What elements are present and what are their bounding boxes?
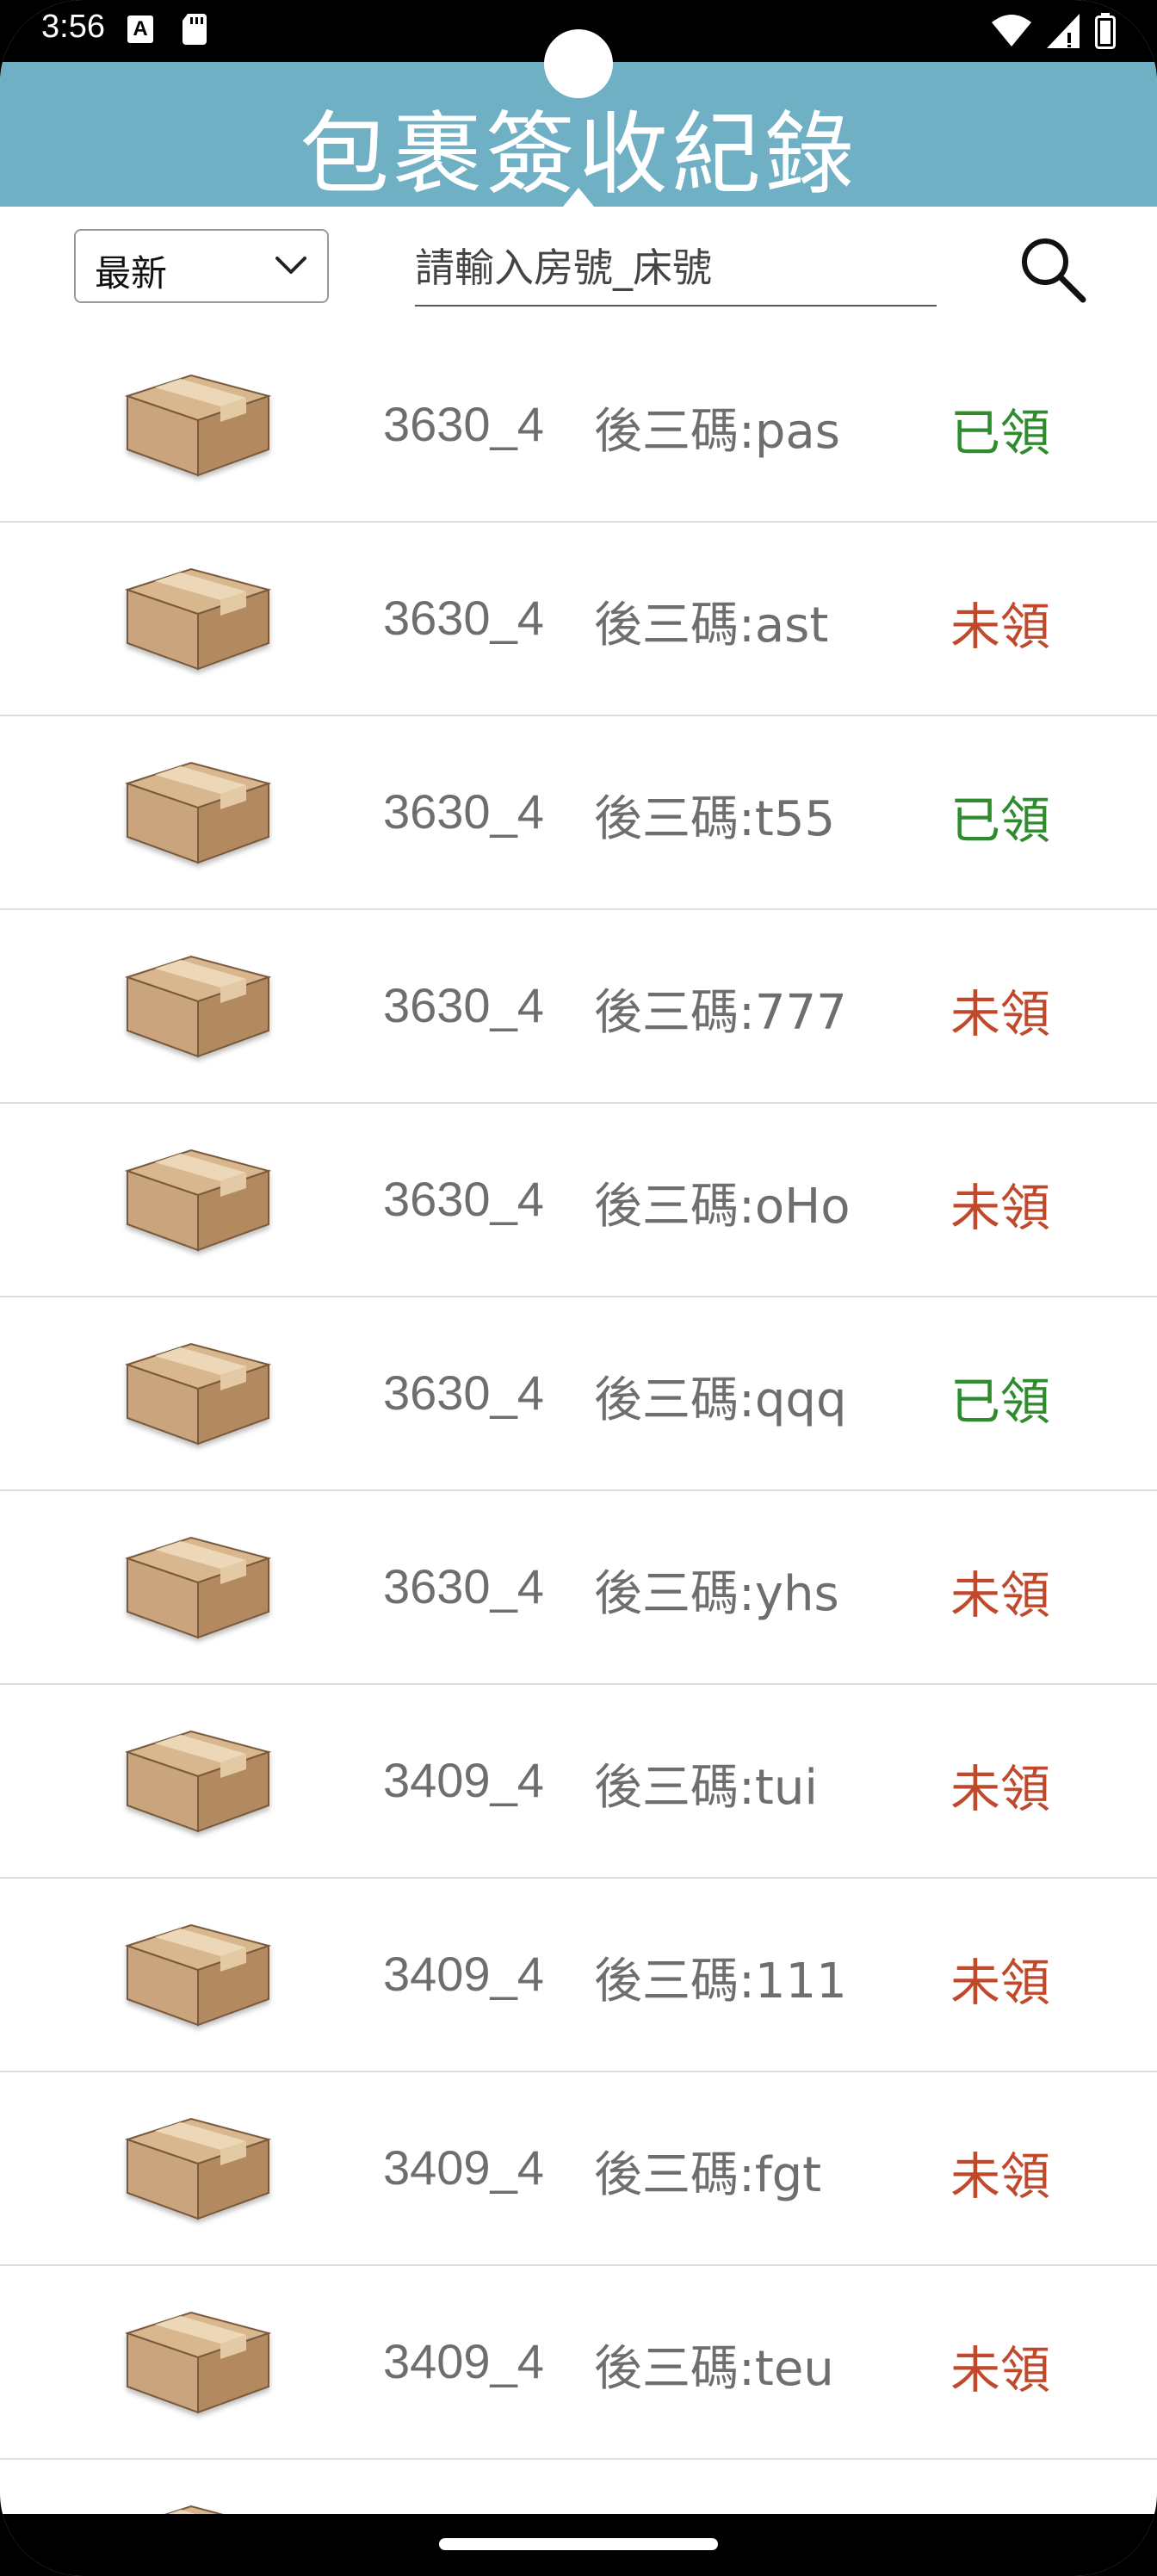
package-status: 未領 [950,598,1051,656]
package-room: 3630_4 [383,1172,544,1226]
package-status: 未領 [950,1179,1051,1237]
package-room: 3630_4 [383,397,544,451]
package-code: 後三碼:teu [594,2341,834,2397]
package-box-icon [121,944,275,1065]
package-status: 已領 [950,404,1051,462]
package-row[interactable]: 3409_4 後三碼:tui 未領 [0,1685,1157,1879]
package-status: 未領 [950,2147,1051,2206]
package-status: 未領 [950,985,1051,1043]
package-box-icon [121,2300,275,2421]
package-room: 3630_4 [383,1559,544,1613]
package-row[interactable]: 3630_4 後三碼:yhs 未領 [0,1491,1157,1685]
wifi-icon [992,15,1031,46]
package-code: 後三碼:777 [594,985,847,1041]
package-status: 已領 [950,1372,1051,1431]
package-row[interactable]: 3630_4 後三碼:qqq 已領 [0,1297,1157,1491]
a-notification-icon: A [127,15,153,43]
search-input[interactable] [415,238,931,298]
package-room: 3630_4 [383,978,544,1032]
package-status: 未領 [950,1760,1051,1818]
package-room: 3409_4 [383,1947,544,2001]
package-room: 3409_4 [383,1753,544,1807]
package-row[interactable]: 3409_4 後三碼:teu 未領 [0,2266,1157,2460]
package-room: 3409_4 [383,2140,544,2195]
package-status: 已領 [950,791,1051,850]
app-screen: 3:56 A 包裹簽收紀錄 最新 請輸入房號_床號 3630_4 後三碼:pas… [0,0,1157,2576]
package-box-icon [121,1526,275,1646]
home-gesture-handle[interactable] [439,2538,718,2550]
package-status: 未領 [950,2341,1051,2400]
package-code: 後三碼:yhs [594,1566,839,1622]
package-room: 3630_4 [383,591,544,645]
package-row[interactable]: 3409_4 後三碼:111 未領 [0,1879,1157,2072]
package-box-icon [121,2107,275,2227]
package-code: 後三碼:qqq [594,1372,847,1428]
package-row[interactable]: 3630_4 後三碼:oHo 未領 [0,1104,1157,1297]
package-box-icon [121,363,275,484]
package-row[interactable]: 3409_4 後三碼:fgt 未領 [0,2072,1157,2266]
package-box-icon [121,1138,275,1259]
package-status: 未領 [950,1954,1051,2012]
package-box-icon [121,1332,275,1452]
package-row[interactable]: 3630_4 後三碼:t55 已領 [0,716,1157,910]
package-room: 3630_4 [383,1365,544,1420]
package-code: 後三碼:tui [594,1760,818,1816]
toolbar: 最新 [0,207,1157,329]
package-code: 後三碼:fgt [594,2147,822,2203]
package-box-icon [121,751,275,871]
package-room: 3630_4 [383,784,544,839]
sd-card-icon [183,14,207,45]
package-code: 後三碼:111 [594,1954,847,2009]
package-box-icon [121,1719,275,1840]
status-time: 3:56 [41,9,105,45]
package-row[interactable]: 3630_4 後三碼:ast 未領 [0,523,1157,716]
sort-selected-label: 最新 [95,252,168,294]
package-list[interactable]: 3630_4 後三碼:pas 已領 3630_4 後三碼:ast 未領 3630_4 後三… [0,329,1157,2576]
package-box-icon [121,557,275,678]
package-row[interactable]: 3630_4 後三碼:pas 已領 [0,329,1157,523]
search-icon[interactable] [1016,232,1088,305]
package-code: 後三碼:oHo [594,1179,851,1235]
package-code: 後三碼:ast [594,598,829,653]
signal-icon [1047,14,1080,48]
navigation-bar [0,2514,1157,2576]
package-status: 未領 [950,1566,1051,1625]
package-code: 後三碼:t55 [594,791,836,847]
package-row[interactable]: 3630_4 後三碼:777 未領 [0,910,1157,1104]
status-icons [992,12,1116,50]
chevron-down-icon [275,257,306,274]
sort-dropdown[interactable]: 最新 [74,229,329,303]
package-box-icon [121,1913,275,2034]
package-code: 後三碼:pas [594,404,840,460]
search-field [415,231,937,307]
camera-cutout [544,29,613,98]
package-room: 3409_4 [383,2334,544,2388]
battery-icon [1095,13,1116,49]
header-notch [563,188,594,207]
